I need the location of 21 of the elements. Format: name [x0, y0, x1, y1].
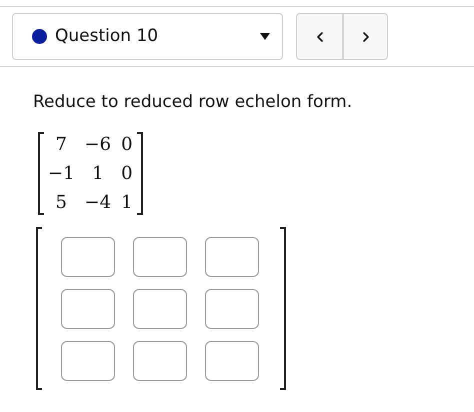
matrix-entry: −6 [84, 132, 112, 156]
answer-input-field[interactable] [61, 288, 115, 328]
matrix-entry: 5 [54, 190, 68, 214]
answer-input-field[interactable] [205, 340, 259, 380]
question-dropdown[interactable]: Question 10 [12, 13, 283, 60]
answer-input-field[interactable] [205, 236, 259, 276]
answer-input-field[interactable] [61, 340, 115, 380]
matrix-entry: 0 [121, 162, 133, 186]
answer-input-field[interactable] [133, 236, 187, 276]
matrix-entry: 1 [121, 190, 133, 214]
matrix-entry: 7 [54, 132, 68, 156]
answer-input-field[interactable] [205, 288, 259, 328]
answer-input-field[interactable] [133, 288, 187, 328]
answer-input-field[interactable] [133, 340, 187, 380]
matrix-entry: −4 [84, 190, 112, 214]
prompt-text: Reduce to reduced row echelon form. [33, 91, 354, 114]
matrix-entry: 1 [91, 162, 105, 186]
caret-icon [260, 33, 270, 40]
matrix-entry: 0 [121, 132, 133, 156]
answer-input-field[interactable] [61, 236, 115, 276]
matrix-entry: −1 [48, 162, 75, 186]
